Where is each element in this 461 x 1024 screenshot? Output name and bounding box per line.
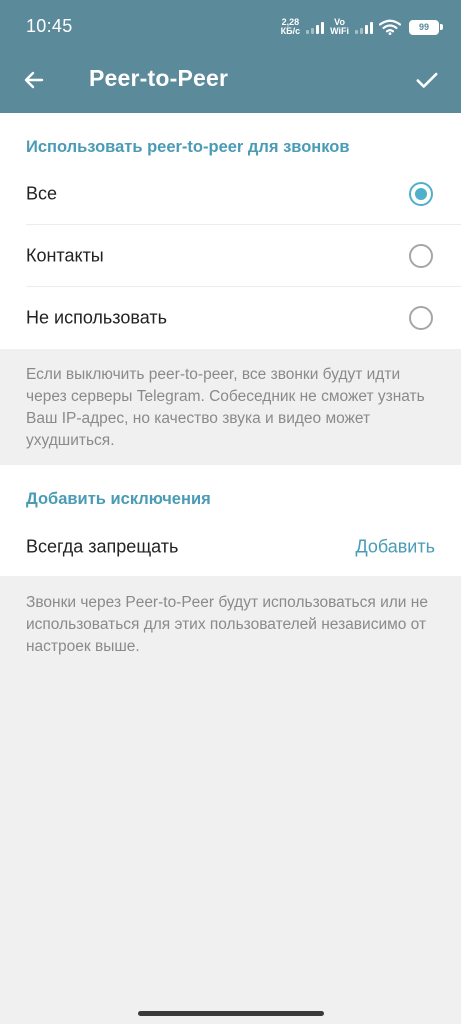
checkmark-icon	[416, 72, 438, 88]
signal-icon-1	[306, 20, 325, 34]
always-deny-row[interactable]: Всегда запрещать Добавить	[0, 518, 461, 576]
toolbar: Peer-to-Peer	[0, 52, 461, 113]
option-label: Не использовать	[26, 307, 167, 328]
signal-icon-2	[355, 20, 373, 34]
option-contacts[interactable]: Контакты	[0, 225, 461, 287]
back-button[interactable]	[12, 58, 56, 102]
vowifi-icon: Vo WiFi	[330, 18, 349, 36]
section-header-exceptions: Добавить исключения	[26, 490, 211, 508]
exceptions-info-text: Звонки через Peer-to-Peer будут использо…	[26, 594, 428, 655]
option-label: Контакты	[26, 245, 104, 266]
status-time: 10:45	[26, 16, 73, 36]
radio-button[interactable]	[409, 306, 433, 330]
always-deny-label: Всегда запрещать	[26, 536, 179, 557]
section-header-p2p: Использовать peer-to-peer для звонков	[26, 138, 350, 156]
network-speed: 2,28 КБ/с	[281, 18, 300, 36]
status-indicators: 2,28 КБ/с Vo WiFi 99	[281, 14, 443, 40]
battery-icon: 99	[409, 19, 443, 35]
vowifi-bottom: WiFi	[330, 26, 349, 36]
option-label: Все	[26, 183, 58, 204]
option-never[interactable]: Не использовать	[0, 287, 461, 349]
exceptions-section: Добавить исключения Всегда запрещать Доб…	[0, 465, 461, 576]
radio-button-checked[interactable]	[409, 182, 433, 206]
p2p-settings-section: Использовать peer-to-peer для звонков Вс…	[0, 113, 461, 349]
option-everyone[interactable]: Все	[0, 163, 461, 225]
radio-button[interactable]	[409, 244, 433, 268]
network-speed-unit: КБ/с	[280, 26, 301, 36]
home-indicator[interactable]	[138, 1011, 324, 1016]
page-title: Peer-to-Peer	[89, 65, 229, 91]
add-exception-button[interactable]: Добавить	[355, 537, 435, 558]
confirm-button[interactable]	[405, 58, 449, 102]
arrow-left-icon	[24, 71, 44, 89]
p2p-info-text: Если выключить peer-to-peer, все звонки …	[26, 366, 425, 449]
status-bar: 10:45 2,28 КБ/с Vo WiFi 99	[0, 0, 461, 52]
wifi-icon	[379, 19, 401, 35]
